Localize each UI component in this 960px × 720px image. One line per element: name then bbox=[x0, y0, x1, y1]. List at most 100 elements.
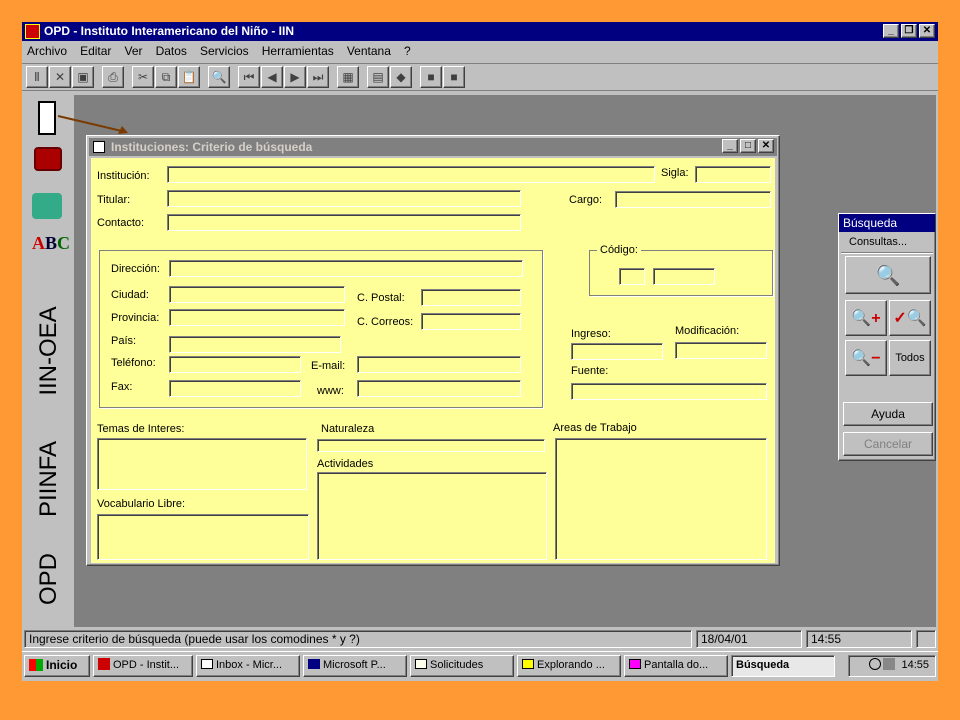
search-button[interactable]: 🔍 bbox=[845, 256, 931, 294]
busqueda-title-bar[interactable]: Búsqueda bbox=[839, 214, 935, 232]
ingreso-field[interactable] bbox=[571, 343, 663, 360]
todos-button[interactable]: Todos bbox=[889, 340, 931, 376]
menu-herramientas[interactable]: Herramientas bbox=[257, 41, 339, 58]
status-bar: Ingrese criterio de búsqueda (puede usar… bbox=[24, 629, 936, 649]
ccorreos-field[interactable] bbox=[421, 313, 521, 330]
brand-iin-oea: IIN-OEA bbox=[35, 306, 62, 396]
vocabulario-field[interactable] bbox=[97, 514, 309, 560]
telefono-field[interactable] bbox=[169, 356, 301, 373]
email-label: E-mail: bbox=[311, 360, 346, 372]
tray-network-icon bbox=[883, 658, 896, 670]
dialog-close-button[interactable]: ✕ bbox=[758, 139, 774, 153]
paste-icon[interactable]: 📋 bbox=[178, 66, 200, 88]
stop-icon[interactable]: ■ bbox=[443, 66, 465, 88]
start-button[interactable]: Inicio bbox=[24, 655, 90, 677]
copy-icon[interactable]: ⧉ bbox=[155, 66, 177, 88]
task-label: OPD - Instit... bbox=[113, 659, 180, 671]
app-title: OPD - Instituto Interamericano del Niño … bbox=[44, 24, 295, 38]
restore-button[interactable]: ❐ bbox=[901, 24, 917, 38]
pais-field[interactable] bbox=[169, 336, 341, 353]
naturaleza-field[interactable] bbox=[317, 439, 545, 452]
first-record-icon[interactable]: ⏮ bbox=[238, 66, 260, 88]
magnifier-minus-icon: 🔍− bbox=[851, 350, 881, 367]
contacto-label: Contacto: bbox=[97, 217, 145, 229]
column-icon[interactable]: Ⅱ bbox=[26, 66, 48, 88]
cut-icon[interactable]: ✂ bbox=[132, 66, 154, 88]
menu-ver[interactable]: Ver bbox=[120, 41, 148, 58]
tools-icon bbox=[32, 193, 62, 219]
provincia-field[interactable] bbox=[169, 309, 345, 326]
modificacion-field[interactable] bbox=[675, 342, 767, 359]
print-icon[interactable]: ⎙ bbox=[102, 66, 124, 88]
last-record-icon[interactable]: ⏭ bbox=[307, 66, 329, 88]
app-logo-icon bbox=[25, 24, 40, 39]
fuente-field[interactable] bbox=[571, 383, 767, 400]
temas-field[interactable] bbox=[97, 438, 307, 490]
diamond-icon[interactable]: ◆ bbox=[390, 66, 412, 88]
areas-field[interactable] bbox=[555, 438, 767, 560]
task-busqueda[interactable]: Búsqueda bbox=[731, 655, 835, 677]
menu-editar[interactable]: Editar bbox=[75, 41, 116, 58]
institucion-label: Institución: bbox=[97, 170, 150, 182]
menu-ventana[interactable]: Ventana bbox=[342, 41, 396, 58]
codigo-field-1[interactable] bbox=[619, 268, 645, 285]
email-field[interactable] bbox=[357, 356, 521, 373]
menu-archivo[interactable]: Archivo bbox=[22, 41, 72, 58]
dialog-title-bar[interactable]: Instituciones: Criterio de búsqueda _ □ … bbox=[89, 138, 777, 156]
titular-field[interactable] bbox=[167, 190, 521, 207]
menu-datos[interactable]: Datos bbox=[151, 41, 192, 58]
codigo-field-2[interactable] bbox=[653, 268, 715, 285]
menu-help[interactable]: ? bbox=[399, 41, 416, 58]
app-title-bar[interactable]: OPD - Instituto Interamericano del Niño … bbox=[22, 22, 938, 41]
stop-icon[interactable]: ■ bbox=[420, 66, 442, 88]
cancelar-label: Cancelar bbox=[863, 437, 913, 451]
institucion-field[interactable] bbox=[167, 166, 655, 183]
start-label: Inicio bbox=[46, 658, 78, 672]
www-field[interactable] bbox=[357, 380, 521, 397]
direccion-field[interactable] bbox=[169, 260, 523, 277]
dialog-minimize-button[interactable]: _ bbox=[722, 139, 738, 153]
explorer-icon bbox=[522, 659, 534, 669]
task-paint[interactable]: Pantalla do... bbox=[624, 655, 728, 677]
task-explorer[interactable]: Explorando ... bbox=[517, 655, 621, 677]
delete-icon[interactable]: ✕ bbox=[49, 66, 71, 88]
close-button[interactable]: ✕ bbox=[919, 24, 935, 38]
cpostal-field[interactable] bbox=[421, 289, 521, 306]
contacto-field[interactable] bbox=[167, 214, 521, 231]
actividades-field[interactable] bbox=[317, 472, 547, 560]
task-powerpoint[interactable]: Microsoft P... bbox=[303, 655, 407, 677]
cancelar-button[interactable]: Cancelar bbox=[843, 432, 933, 456]
menu-bar: Archivo Editar Ver Datos Servicios Herra… bbox=[22, 41, 938, 63]
task-opd[interactable]: OPD - Instit... bbox=[93, 655, 193, 677]
fax-field[interactable] bbox=[169, 380, 301, 397]
ciudad-field[interactable] bbox=[169, 286, 345, 303]
remove-criterion-button[interactable]: 🔍− bbox=[845, 340, 887, 376]
panel-divider bbox=[841, 252, 933, 254]
dialog-icon bbox=[93, 141, 105, 153]
menu-servicios[interactable]: Servicios bbox=[195, 41, 254, 58]
areas-label: Areas de Trabajo bbox=[553, 422, 637, 434]
consultas-menu[interactable]: Consultas... bbox=[849, 236, 907, 248]
next-record-icon[interactable]: ▶ bbox=[284, 66, 306, 88]
cargo-field[interactable] bbox=[615, 191, 771, 208]
task-inbox[interactable]: Inbox - Micr... bbox=[196, 655, 300, 677]
sigla-field[interactable] bbox=[695, 166, 771, 183]
brand-piinfa: PIINFA bbox=[35, 440, 62, 518]
minimize-button[interactable]: _ bbox=[883, 24, 899, 38]
fuente-label: Fuente: bbox=[571, 365, 609, 377]
provincia-label: Provincia: bbox=[111, 312, 160, 324]
form-icon[interactable]: ▤ bbox=[367, 66, 389, 88]
side-brand-strip: ABC IIN-OEA PIINFA OPD bbox=[24, 95, 72, 627]
sigla-label: Sigla: bbox=[661, 167, 689, 179]
status-time: 14:55 bbox=[806, 630, 912, 648]
add-criterion-button[interactable]: 🔍+ bbox=[845, 300, 887, 336]
check-criterion-button[interactable]: ✓🔍 bbox=[889, 300, 931, 336]
table-icon[interactable]: ▦ bbox=[337, 66, 359, 88]
previous-record-icon[interactable]: ◀ bbox=[261, 66, 283, 88]
dialog-maximize-button[interactable]: □ bbox=[740, 139, 756, 153]
save-icon[interactable]: ▣ bbox=[72, 66, 94, 88]
dialog-form: Institución: Sigla: Titular: Cargo: Cont… bbox=[91, 158, 775, 563]
ayuda-button[interactable]: Ayuda bbox=[843, 402, 933, 426]
task-solicitudes[interactable]: Solicitudes bbox=[410, 655, 514, 677]
find-icon[interactable]: 🔍 bbox=[208, 66, 230, 88]
